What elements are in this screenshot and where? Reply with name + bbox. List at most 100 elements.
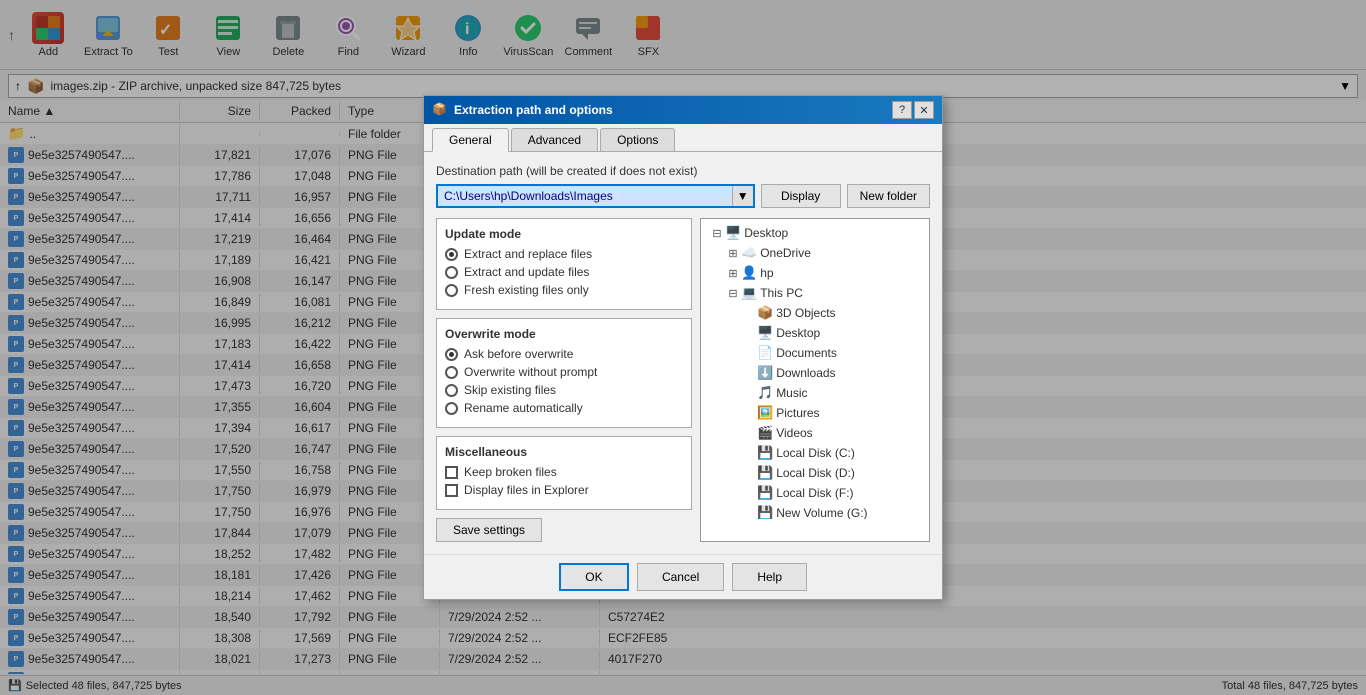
tree-label: Local Disk (F:): [776, 486, 853, 500]
radio-rename-auto-label: Rename automatically: [464, 401, 583, 415]
dialog-left-panel: Update mode Extract and replace files Ex…: [436, 218, 692, 542]
tree-item[interactable]: 💾 New Volume (G:): [705, 503, 925, 519]
tree-item[interactable]: 💾 Local Disk (F:): [705, 483, 925, 503]
tree-label: Desktop: [744, 226, 788, 240]
miscellaneous-box: Miscellaneous Keep broken files Display …: [436, 436, 692, 510]
tree-label: Downloads: [776, 366, 835, 380]
radio-overwrite-without[interactable]: [445, 366, 458, 379]
tree-item[interactable]: 🖥️ Desktop: [705, 323, 925, 343]
tree-label: 3D Objects: [776, 306, 835, 320]
radio-overwrite-without-label: Overwrite without prompt: [464, 365, 597, 379]
dest-path-input[interactable]: [438, 186, 732, 206]
radio-extract-replace[interactable]: [445, 248, 458, 261]
checkbox-keep-broken[interactable]: [445, 466, 458, 479]
tree-label: Local Disk (C:): [776, 446, 855, 460]
overwrite-mode-option-0[interactable]: Ask before overwrite: [445, 347, 683, 361]
tree-expand-icon: [741, 305, 757, 321]
update-mode-box: Update mode Extract and replace files Ex…: [436, 218, 692, 310]
new-folder-button[interactable]: New folder: [847, 184, 930, 208]
dialog-overlay: 📦 Extraction path and options ? ✕ Genera…: [0, 0, 1366, 695]
tree-item[interactable]: 💾 Local Disk (C:): [705, 443, 925, 463]
radio-ask-before[interactable]: [445, 348, 458, 361]
tree-expand-icon: [741, 485, 757, 501]
radio-extract-update[interactable]: [445, 266, 458, 279]
tree-label: hp: [760, 266, 773, 280]
overwrite-mode-box: Overwrite mode Ask before overwrite Over…: [436, 318, 692, 428]
tree-item[interactable]: ⊟ 💻 This PC: [705, 283, 925, 303]
tree-expand-icon: [741, 505, 757, 519]
tree-expand-icon: [741, 445, 757, 461]
tree-item[interactable]: 📦 3D Objects: [705, 303, 925, 323]
tab-advanced[interactable]: Advanced: [511, 128, 598, 151]
dialog-title-icon: 📦: [432, 102, 448, 118]
radio-skip-existing-label: Skip existing files: [464, 383, 556, 397]
tree-label: Videos: [776, 426, 812, 440]
tree-item[interactable]: 🎬 Videos: [705, 423, 925, 443]
tree-label: Local Disk (D:): [776, 466, 855, 480]
tree-label: Documents: [776, 346, 837, 360]
radio-extract-update-label: Extract and update files: [464, 265, 589, 279]
tree-expand-icon[interactable]: ⊞: [725, 265, 741, 281]
tree-expand-icon[interactable]: ⊞: [725, 245, 741, 261]
tree-expand-icon: [741, 385, 757, 401]
dialog-body: Destination path (will be created if doe…: [424, 152, 942, 554]
tab-general[interactable]: General: [432, 128, 509, 152]
checkbox-display-files-label: Display files in Explorer: [464, 483, 589, 497]
update-mode-title: Update mode: [445, 227, 683, 241]
ok-button[interactable]: OK: [559, 563, 629, 591]
tree-item[interactable]: ⊞ 👤 hp: [705, 263, 925, 283]
miscellaneous-title: Miscellaneous: [445, 445, 683, 459]
dest-path-combo[interactable]: ▼: [436, 184, 755, 208]
dialog-controls: ? ✕: [892, 101, 934, 119]
tree-item[interactable]: ⬇️ Downloads: [705, 363, 925, 383]
tree-item[interactable]: 📄 Documents: [705, 343, 925, 363]
tree-expand-icon: [741, 325, 757, 341]
tree-expand-icon: [741, 345, 757, 361]
tree-container[interactable]: ⊟ 🖥️ Desktop ⊞ ☁️ OneDrive ⊞ 👤 hp ⊟ 💻 Th…: [701, 219, 929, 519]
tree-item[interactable]: ⊞ ☁️ OneDrive: [705, 243, 925, 263]
overwrite-mode-option-3[interactable]: Rename automatically: [445, 401, 683, 415]
tree-label: Music: [776, 386, 807, 400]
checkbox-keep-broken-label: Keep broken files: [464, 465, 557, 479]
update-mode-option-1[interactable]: Extract and update files: [445, 265, 683, 279]
help-button[interactable]: Help: [732, 563, 807, 591]
dialog-content-row: Update mode Extract and replace files Ex…: [436, 218, 930, 542]
tree-expand-icon[interactable]: ⊟: [709, 225, 725, 241]
overwrite-mode-option-2[interactable]: Skip existing files: [445, 383, 683, 397]
tree-item[interactable]: 🖼️ Pictures: [705, 403, 925, 423]
tree-label: OneDrive: [760, 246, 811, 260]
dialog-actions: OK Cancel Help: [424, 554, 942, 599]
radio-skip-existing[interactable]: [445, 384, 458, 397]
extraction-dialog: 📦 Extraction path and options ? ✕ Genera…: [423, 95, 943, 600]
update-mode-option-0[interactable]: Extract and replace files: [445, 247, 683, 261]
radio-fresh-existing[interactable]: [445, 284, 458, 297]
update-mode-option-2[interactable]: Fresh existing files only: [445, 283, 683, 297]
radio-extract-replace-label: Extract and replace files: [464, 247, 592, 261]
misc-option-0[interactable]: Keep broken files: [445, 465, 683, 479]
checkbox-display-files[interactable]: [445, 484, 458, 497]
tree-item[interactable]: ⊟ 🖥️ Desktop: [705, 223, 925, 243]
save-settings-button[interactable]: Save settings: [436, 518, 542, 542]
tabs: General Advanced Options: [424, 124, 942, 152]
tree-expand-icon: [741, 425, 757, 441]
misc-option-1[interactable]: Display files in Explorer: [445, 483, 683, 497]
radio-ask-before-label: Ask before overwrite: [464, 347, 573, 361]
tree-expand-icon[interactable]: ⊟: [725, 285, 741, 301]
tab-options[interactable]: Options: [600, 128, 675, 151]
display-button[interactable]: Display: [761, 184, 841, 208]
dest-path-label: Destination path (will be created if doe…: [436, 164, 930, 178]
dest-combo-dropdown[interactable]: ▼: [732, 186, 753, 206]
dialog-right-panel: ⊟ 🖥️ Desktop ⊞ ☁️ OneDrive ⊞ 👤 hp ⊟ 💻 Th…: [700, 218, 930, 542]
tree-expand-icon: [741, 365, 757, 381]
tree-item[interactable]: 💾 Local Disk (D:): [705, 463, 925, 483]
dialog-help-btn[interactable]: ?: [892, 101, 912, 119]
dialog-close-btn[interactable]: ✕: [914, 101, 934, 119]
tree-label: Desktop: [776, 326, 820, 340]
radio-rename-auto[interactable]: [445, 402, 458, 415]
dialog-title-text: Extraction path and options: [454, 103, 892, 117]
cancel-button[interactable]: Cancel: [637, 563, 724, 591]
tree-item[interactable]: 🎵 Music: [705, 383, 925, 403]
tree-label: Pictures: [776, 406, 819, 420]
app-window: ↑ Add Extract To ✓ Test View: [0, 0, 1366, 695]
overwrite-mode-option-1[interactable]: Overwrite without prompt: [445, 365, 683, 379]
